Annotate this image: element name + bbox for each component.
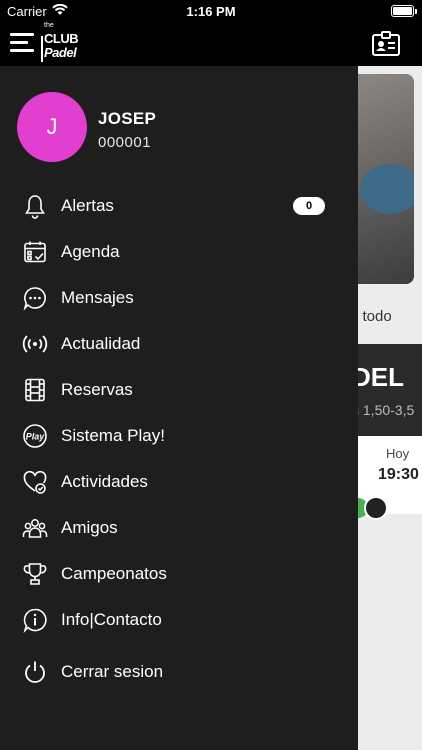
- chat-bubble-icon: [23, 287, 46, 311]
- menu-item-label: Actualidad: [61, 334, 141, 353]
- menu-item-label: Amigos: [61, 518, 118, 537]
- menu-item-cerrar-sesion[interactable]: Cerrar sesion: [0, 650, 358, 694]
- club-padel-logo: the CLUB Padel: [41, 22, 81, 66]
- member-card-icon[interactable]: [372, 31, 400, 57]
- menu-item-actualidad[interactable]: Actualidad: [0, 322, 358, 366]
- menu-item-mensajes[interactable]: Mensajes: [0, 276, 358, 320]
- user-id: 000001: [98, 134, 152, 151]
- menu-toggle-icon[interactable]: [10, 33, 34, 53]
- menu-item-label: Info|Contacto: [61, 610, 162, 629]
- svg-text:Play: Play: [26, 432, 46, 442]
- menu-item-label: Reservas: [61, 380, 133, 399]
- power-icon: [25, 661, 45, 683]
- film-strip-icon: [25, 378, 45, 402]
- alerts-count-badge: 0: [293, 197, 325, 215]
- menu-item-agenda[interactable]: Agenda: [0, 230, 358, 274]
- match-day: Hoy: [386, 446, 410, 461]
- match-hour: 19:30: [378, 466, 419, 483]
- menu-item-label: Agenda: [61, 242, 120, 261]
- menu-item-label: Alertas: [61, 196, 114, 215]
- user-profile[interactable]: J JOSEP 000001: [0, 66, 358, 176]
- menu-item-info-contacto[interactable]: Info|Contacto: [0, 598, 358, 642]
- heart-check-icon: [23, 470, 47, 494]
- avatar: J: [17, 92, 87, 162]
- play-logo-icon: Play: [23, 424, 47, 448]
- friends-icon: [22, 519, 48, 538]
- menu-item-label: Campeonatos: [61, 564, 167, 583]
- menu-item-reservas[interactable]: Reservas: [0, 368, 358, 412]
- bell-icon: [25, 195, 45, 219]
- battery-icon: [391, 5, 417, 17]
- calendar-check-icon: [24, 241, 46, 263]
- info-icon: [23, 608, 47, 633]
- menu-item-label: Cerrar sesion: [61, 662, 164, 681]
- player-avatar: [364, 496, 388, 520]
- menu-item-actividades[interactable]: Actividades: [0, 460, 358, 504]
- menu-item-alertas[interactable]: Alertas 0: [0, 184, 358, 228]
- navigation-drawer: J JOSEP 000001 Alertas 0 Agenda Mensajes…: [0, 66, 358, 750]
- menu-item-amigos[interactable]: Amigos: [0, 506, 358, 550]
- status-bar: Carrier 1:16 PM: [0, 0, 422, 22]
- trophy-icon: [23, 563, 47, 585]
- broadcast-icon: [22, 335, 48, 353]
- match-card-title: DEL: [352, 362, 404, 392]
- clock: 1:16 PM: [186, 4, 236, 19]
- menu-item-campeonatos[interactable]: Campeonatos: [0, 552, 358, 596]
- menu-item-label: Sistema Play!: [61, 426, 165, 445]
- menu-item-label: Actividades: [61, 472, 148, 491]
- menu-item-label: Mensajes: [61, 288, 134, 307]
- match-card-level: s 1,50-3,5: [352, 402, 415, 418]
- user-name: JOSEP: [98, 109, 157, 128]
- menu-item-sistema-play[interactable]: Play Sistema Play!: [0, 414, 358, 458]
- app-bar: the CLUB Padel: [0, 22, 422, 66]
